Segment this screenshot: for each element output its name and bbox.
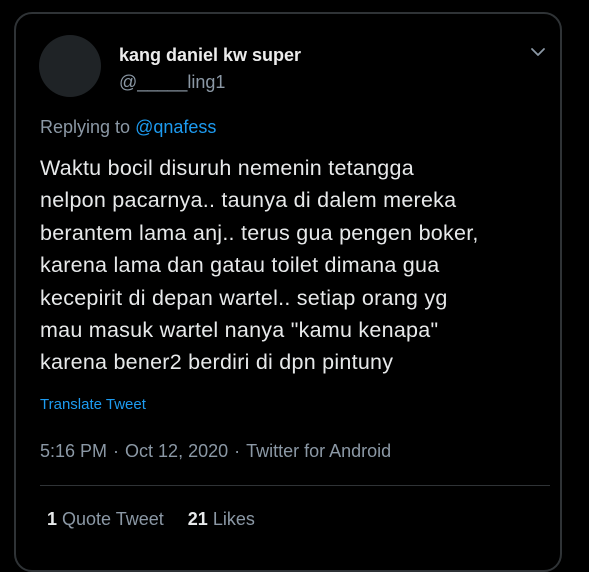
tweet-text-line: kecepirit di depan wartel.. setiap orang… [40, 285, 448, 310]
tweet-text-line: berantem lama anj.. terus gua pengen bok… [40, 220, 479, 245]
tweet-text: Waktu bocil disuruh nemenin tetangga nel… [40, 152, 560, 379]
tweet-metadata: 5:16 PM · Oct 12, 2020 · Twitter for Android [40, 441, 391, 462]
tweet-text-line: Waktu bocil disuruh nemenin tetangga [40, 156, 414, 180]
tweet-text-line: mau masuk wartel nanya "kamu kenapa" [40, 318, 439, 343]
meta-separator: · [113, 441, 120, 461]
tweet-source[interactable]: Twitter for Android [246, 441, 391, 461]
author-name[interactable]: kang daniel kw super [119, 45, 301, 66]
chevron-down-icon[interactable] [530, 44, 546, 60]
tweet-date[interactable]: Oct 12, 2020 [125, 441, 228, 461]
replying-to: Replying to @qnafess [40, 117, 216, 138]
like-count: 21 [187, 509, 208, 529]
translate-tweet-link[interactable]: Translate Tweet [40, 396, 146, 413]
quote-count: 1 [47, 509, 58, 529]
quote-tweets-stat[interactable]: 1 Quote Tweet [47, 509, 164, 529]
tweet-text-line: karena lama dan gatau toilet dimana gua [40, 253, 440, 278]
tweet-text-line: nelpon pacarnya.. taunya di dalem mereka [40, 188, 457, 213]
tweet-text-line: karena bener2 berdiri di dpn pintuny [40, 350, 394, 375]
meta-separator: · [234, 441, 241, 461]
quote-label: Quote Tweet [62, 509, 164, 529]
replying-prefix: Replying to [40, 117, 131, 137]
tweet-stats: 1 Quote Tweet 21 Likes [47, 509, 279, 530]
author-handle[interactable]: @_____ling1 [119, 72, 225, 93]
like-label: Likes [212, 509, 255, 529]
avatar[interactable] [39, 35, 101, 97]
divider [40, 485, 550, 486]
tweet-time[interactable]: 5:16 PM [40, 441, 107, 461]
reply-mention-link[interactable]: @qnafess [135, 117, 216, 137]
likes-stat[interactable]: 21 Likes [188, 509, 255, 529]
